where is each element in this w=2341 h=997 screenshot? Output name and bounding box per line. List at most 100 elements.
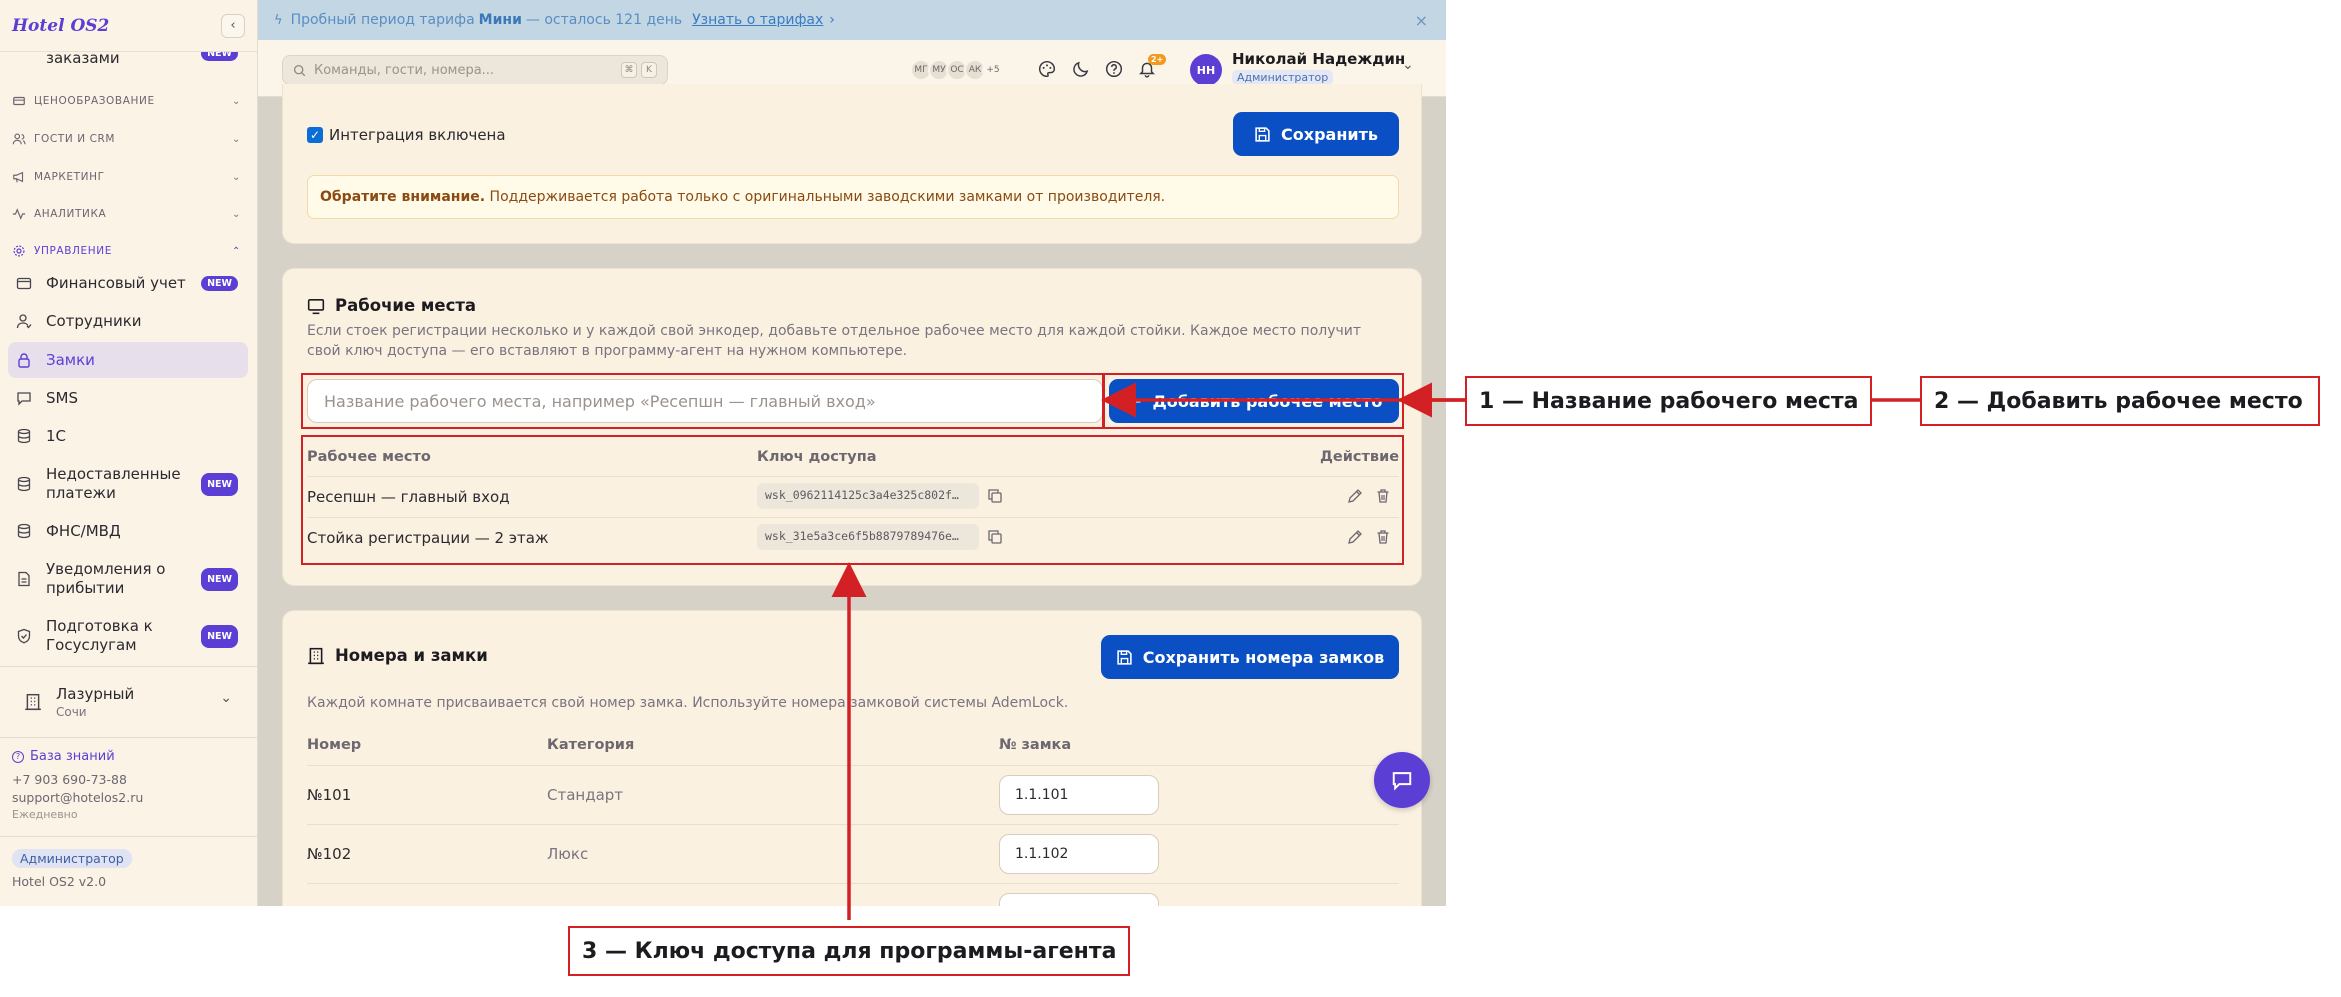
- megaphone-icon: [13, 171, 24, 183]
- annotation-box-table: [301, 435, 1404, 565]
- new-badge: NEW: [201, 52, 238, 61]
- search-input[interactable]: Команды, гости, номера... ⌘ K: [282, 55, 668, 85]
- sidebar-item-partial[interactable]: заказами NEW: [8, 52, 248, 72]
- lock-icon: [18, 353, 30, 368]
- help-icon[interactable]: [1105, 60, 1123, 78]
- annotation-box-input: [301, 373, 1105, 429]
- notice-box: Обратите внимание. Поддерживается работа…: [307, 175, 1399, 219]
- document-icon: [18, 571, 30, 587]
- chevron-down-icon[interactable]: ⌄: [1402, 57, 1414, 73]
- rooms-title: Номера и замки: [307, 646, 488, 665]
- divider: [307, 883, 1399, 884]
- lock-number-input[interactable]: 1.1.102: [999, 834, 1159, 874]
- rooms-card: Номера и замки Сохранить номера замков К…: [282, 610, 1422, 906]
- lock-number-input[interactable]: 1.1.101: [999, 775, 1159, 815]
- annotation-label-1: 1 — Название рабочего места: [1465, 376, 1872, 426]
- sidebar-item-fns[interactable]: ФНС/МВД: [8, 516, 248, 546]
- room-category: Люкс: [547, 845, 589, 863]
- sidebar-section-management[interactable]: УПРАВЛЕНИЕ ⌃: [12, 244, 240, 258]
- hotel-switcher[interactable]: Лазурный Сочи ⌄: [8, 676, 248, 728]
- banner-suffix: — осталось 121 день: [525, 12, 683, 28]
- hotel-name: Лазурный: [56, 685, 135, 703]
- integration-toggle[interactable]: ✓ Интеграция включена: [307, 126, 506, 144]
- annotation-label-2: 2 — Добавить рабочее место: [1920, 376, 2320, 426]
- workplaces-description: Если стоек регистрации несколько и у каж…: [307, 323, 1362, 359]
- kbd-cmd: ⌘: [621, 62, 637, 78]
- chevron-left-icon[interactable]: ‹: [221, 13, 245, 38]
- users-icon: [12, 133, 26, 145]
- support-hours: Ежедневно: [12, 808, 78, 821]
- user-role: Администратор: [1232, 70, 1334, 85]
- lock-number-input[interactable]: [999, 893, 1159, 906]
- workplaces-title: Рабочие места: [307, 296, 476, 315]
- role-badge: Администратор: [12, 849, 132, 868]
- room-number: №102: [307, 845, 352, 863]
- notification-badge: 2+: [1148, 54, 1167, 65]
- support-phone[interactable]: +7 903 690-73-88: [12, 772, 246, 787]
- sidebar-item-1c[interactable]: 1С: [8, 421, 248, 451]
- section-label: АНАЛИТИКА: [34, 208, 107, 220]
- workplaces-title-text: Рабочие места: [335, 296, 477, 315]
- sidebar-item-label: 1С: [46, 427, 67, 445]
- save-icon: [1255, 126, 1270, 142]
- sidebar-item-undelivered-payments[interactable]: Недоставленные платежи NEW: [8, 462, 248, 506]
- sidebar-item-label: Уведомления о прибытии: [46, 560, 166, 597]
- annotation-label-3: 3 — Ключ доступа для программы-агента: [568, 926, 1130, 976]
- database-icon: [17, 428, 31, 444]
- sidebar-item-label: заказами: [46, 52, 120, 67]
- sidebar-item-label: SMS: [46, 389, 78, 407]
- close-icon[interactable]: ×: [1415, 11, 1428, 30]
- lightning-icon: ϟ: [274, 12, 283, 28]
- chevron-right-icon: ›: [829, 12, 835, 28]
- sidebar-item-finance[interactable]: Финансовый учет NEW: [8, 268, 248, 298]
- sidebar-item-label: Подготовка к Госуслугам: [46, 617, 153, 654]
- divider: [0, 836, 258, 837]
- sidebar: Hotel OS2 ‹ заказами NEW ЦЕНООБРАЗОВАНИЕ…: [0, 0, 258, 906]
- save-label: Сохранить: [1281, 124, 1378, 144]
- search-icon: [293, 64, 306, 76]
- chevron-down-icon: ⌄: [232, 133, 241, 145]
- kbd-k: K: [641, 62, 657, 78]
- sidebar-section-analytics[interactable]: АНАЛИТИКА ⌄: [12, 207, 240, 221]
- sidebar-item-sms[interactable]: SMS: [8, 383, 248, 413]
- sidebar-item-locks[interactable]: Замки: [8, 342, 248, 378]
- shield-icon: [17, 628, 31, 644]
- sidebar-item-gosuslugi[interactable]: Подготовка к Госуслугам NEW: [8, 614, 248, 658]
- sidebar-header: Hotel OS2 ‹: [0, 0, 257, 52]
- sidebar-item-staff[interactable]: Сотрудники: [8, 306, 248, 336]
- sidebar-section-crm[interactable]: ГОСТИ И CRM ⌄: [12, 132, 240, 146]
- support-email[interactable]: support@hotelos2.ru: [12, 790, 246, 805]
- search-placeholder: Команды, гости, номера...: [314, 62, 495, 78]
- user-name[interactable]: Николай Надеждин: [1232, 50, 1405, 68]
- save-icon: [1117, 649, 1132, 665]
- save-button[interactable]: Сохранить: [1233, 112, 1399, 156]
- sidebar-section-pricing[interactable]: ЦЕНООБРАЗОВАНИЕ ⌄: [12, 94, 240, 108]
- divider: [307, 765, 1399, 766]
- sidebar-item-arrival-notifications[interactable]: Уведомления о прибытии NEW: [8, 557, 248, 601]
- save-rooms-button[interactable]: Сохранить номера замков: [1101, 635, 1399, 679]
- sidebar-item-label: ФНС/МВД: [46, 522, 121, 540]
- chat-icon: [1392, 772, 1412, 791]
- online-users[interactable]: МГ МУ ОС АК +5: [910, 59, 1004, 81]
- building-icon: [25, 693, 41, 711]
- sidebar-section-marketing[interactable]: МАРКЕТИНГ ⌄: [12, 170, 240, 184]
- app-logo: Hotel OS2: [12, 15, 110, 36]
- palette-icon[interactable]: [1038, 60, 1056, 78]
- sidebar-item-label: Замки: [46, 351, 95, 369]
- sidebar-item-label: Недоставленные платежи: [46, 465, 181, 502]
- checkbox-label: Интеграция включена: [329, 126, 506, 144]
- help-icon: ?: [12, 750, 24, 763]
- sidebar-bottom: Администратор Hotel OS2 v2.0: [0, 848, 258, 889]
- knowledge-base-link[interactable]: ? База знаний: [12, 749, 246, 764]
- wallet-icon: [16, 277, 32, 290]
- notice-text: Поддерживается работа только с оригиналь…: [485, 189, 1166, 205]
- moon-icon[interactable]: [1072, 60, 1090, 78]
- tariffs-link[interactable]: Узнать о тарифах: [692, 12, 823, 28]
- user-avatar[interactable]: НН: [1190, 54, 1222, 86]
- checkbox-checked-icon[interactable]: ✓: [307, 127, 323, 143]
- knowledge-base-label: База знаний: [30, 749, 115, 764]
- divider: [307, 824, 1399, 825]
- chat-button[interactable]: [1374, 752, 1430, 808]
- sidebar-support: ? База знаний +7 903 690-73-88 support@h…: [0, 745, 258, 821]
- section-label: ГОСТИ И CRM: [34, 133, 116, 145]
